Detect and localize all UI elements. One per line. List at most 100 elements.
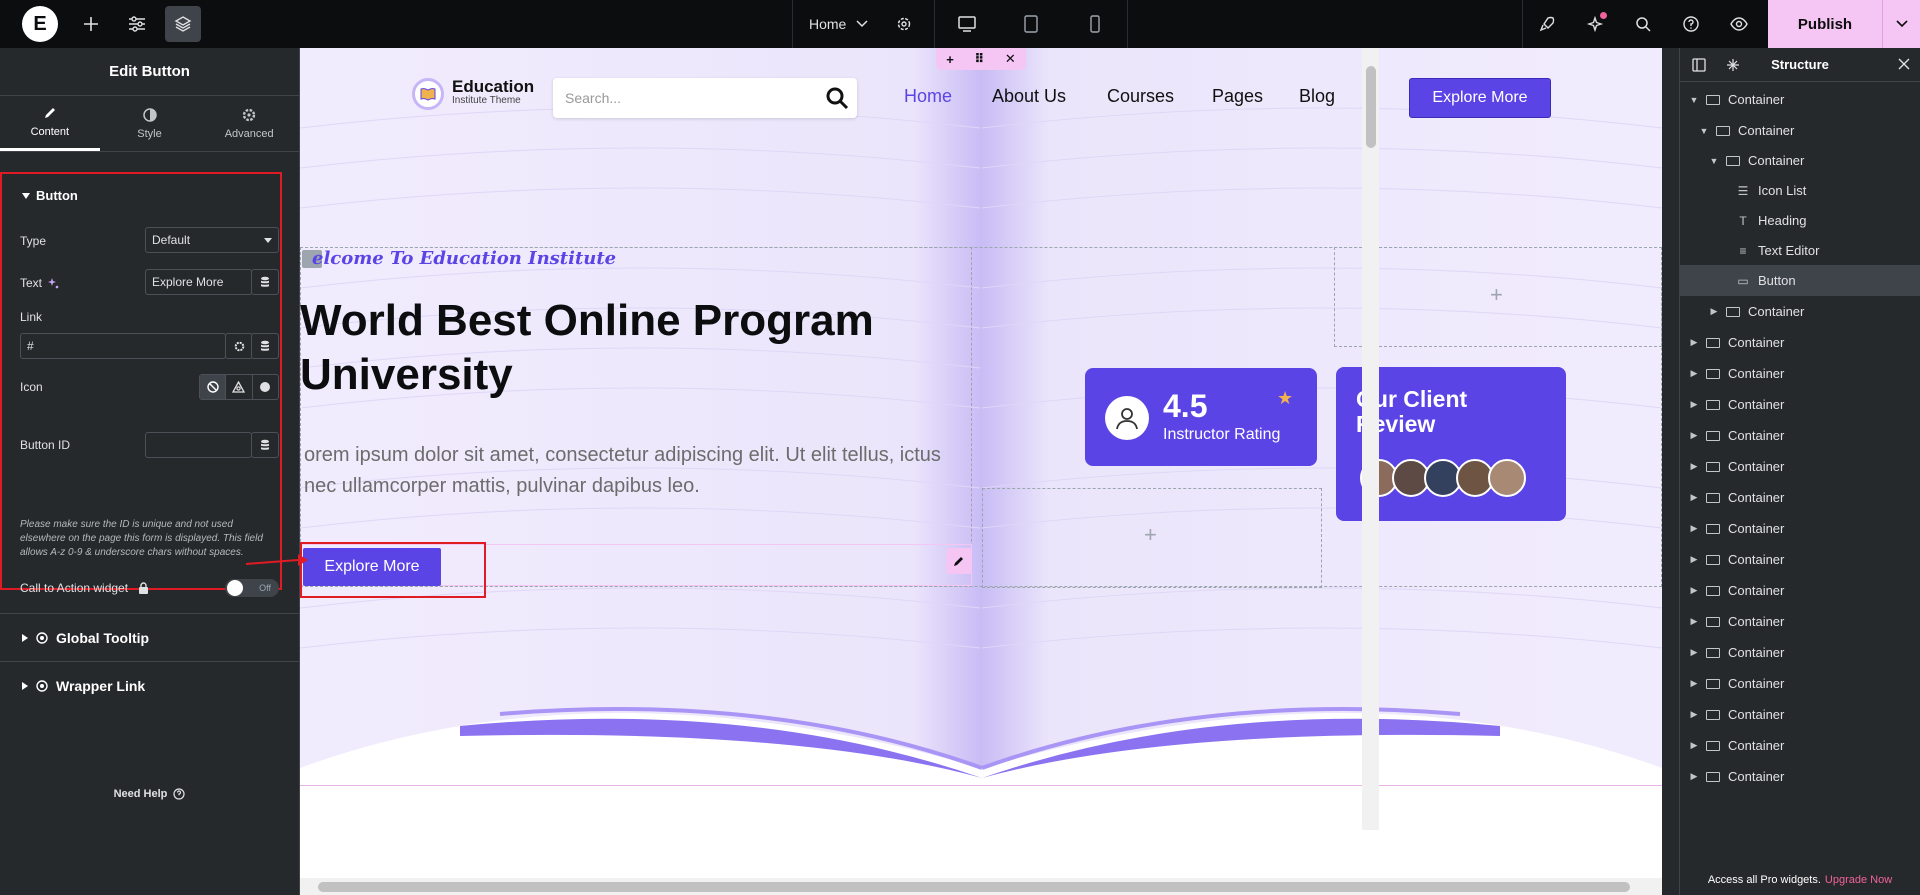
upgrade-link[interactable]: Upgrade Now [1825,874,1892,886]
tablet-icon[interactable] [999,0,1063,48]
caret-right-icon[interactable]: ▶ [1688,771,1700,782]
tree-item-container[interactable]: ▶ Container [1680,420,1920,451]
page-selector[interactable]: Home [792,0,935,48]
button-id-input[interactable] [145,432,252,458]
nav-link-home[interactable]: Home [904,86,952,107]
tree-item-container[interactable]: ▶ Container [1680,296,1920,327]
icon-library-icon[interactable] [225,375,251,399]
site-search-input[interactable]: Search... [553,78,857,118]
nav-link-courses[interactable]: Courses [1107,86,1174,107]
add-element-icon[interactable] [68,0,114,48]
no-icon-icon[interactable] [200,375,226,399]
tree-item-container[interactable]: ▶ Container [1680,730,1920,761]
section-header[interactable]: Button [2,188,78,203]
tab-advanced[interactable]: Advanced [199,96,299,151]
tree-item-container[interactable]: ▶ Container [1680,637,1920,668]
tree-item-text-editor[interactable]: ≡ Text Editor [1680,235,1920,266]
dynamic-tags-icon[interactable] [251,333,279,359]
nav-link-blog[interactable]: Blog [1299,86,1335,107]
scrollbar-thumb[interactable] [1366,66,1376,148]
caret-down-icon[interactable]: ▼ [1698,126,1710,136]
caret-right-icon[interactable]: ▶ [1688,368,1700,379]
upload-svg-icon[interactable] [251,375,278,399]
rocket-icon[interactable] [1523,0,1571,48]
tree-item-container[interactable]: ▼ Container [1680,115,1920,146]
tree-item-container[interactable]: ▶ Container [1680,575,1920,606]
tab-style[interactable]: Style [100,96,200,151]
tree-item-button[interactable]: ▭ Button [1680,265,1920,296]
caret-right-icon[interactable]: ▶ [1688,647,1700,658]
add-widget-icon[interactable]: + [1490,282,1503,308]
vertical-scrollbar[interactable] [1362,48,1379,830]
tree-item-container[interactable]: ▶ Container [1680,358,1920,389]
tree-item-container[interactable]: ▶ Container [1680,544,1920,575]
tree-item-heading[interactable]: T Heading [1680,205,1920,236]
notifications-icon[interactable] [1571,0,1619,48]
delete-container-icon[interactable]: ✕ [1005,51,1016,67]
text-input[interactable]: Explore More [145,269,252,295]
tree-item-icon-list[interactable]: ☰ Icon List [1680,175,1920,206]
caret-right-icon[interactable]: ▶ [1688,430,1700,441]
global-tooltip-section[interactable]: Global Tooltip [0,613,299,661]
caret-right-icon[interactable]: ▶ [1688,337,1700,348]
elementor-logo[interactable]: E [22,6,58,42]
tree-item-container[interactable]: ▶ Container [1680,327,1920,358]
nav-explore-button[interactable]: Explore More [1409,78,1551,118]
search-icon[interactable] [1619,0,1667,48]
tree-item-container[interactable]: ▶ Container [1680,606,1920,637]
dynamic-tags-icon[interactable] [251,269,279,295]
page-settings-icon[interactable] [896,16,912,32]
site-logo[interactable]: Education Institute Theme [412,78,534,110]
caret-right-icon[interactable]: ▶ [1688,740,1700,751]
publish-button[interactable]: Publish [1768,0,1920,48]
tree-item-container[interactable]: ▶ Container [1680,668,1920,699]
close-icon[interactable] [1898,58,1910,70]
wrapper-link-section[interactable]: Wrapper Link [0,661,299,709]
caret-down-icon[interactable]: ▼ [1708,156,1720,166]
structure-layers-icon[interactable] [165,6,201,42]
need-help-link[interactable]: Need Help [0,788,299,800]
desktop-icon[interactable] [935,0,999,48]
tree-item-container[interactable]: ▼ Container [1680,84,1920,115]
help-icon[interactable] [1667,0,1715,48]
navigator-icon[interactable] [1726,58,1740,72]
caret-right-icon[interactable]: ▶ [1688,616,1700,627]
caret-down-icon[interactable]: ▼ [1688,95,1700,105]
edit-widget-pencil-icon[interactable] [946,548,972,574]
publish-options-chevron-icon[interactable] [1882,0,1920,48]
dynamic-tags-icon[interactable] [251,432,279,458]
nav-link-pages[interactable]: Pages [1212,86,1263,107]
tree-item-container[interactable]: ▶ Container [1680,761,1920,792]
add-widget-icon[interactable]: + [1144,522,1157,548]
tree-item-container[interactable]: ▶ Container [1680,699,1920,730]
tree-item-container[interactable]: ▼ Container [1680,145,1920,176]
tree-item-container[interactable]: ▶ Container [1680,389,1920,420]
caret-right-icon[interactable]: ▶ [1688,523,1700,534]
caret-right-icon[interactable]: ▶ [1708,306,1720,317]
add-container-icon[interactable]: + [946,52,954,67]
caret-right-icon[interactable]: ▶ [1688,678,1700,689]
tree-item-container[interactable]: ▶ Container [1680,513,1920,544]
caret-right-icon[interactable]: ▶ [1688,399,1700,410]
caret-right-icon[interactable]: ▶ [1688,492,1700,503]
caret-right-icon[interactable]: ▶ [1688,709,1700,720]
link-input[interactable]: # [20,333,226,359]
nav-link-about-us[interactable]: About Us [992,86,1066,107]
tree-item-container[interactable]: ▶ Container [1680,482,1920,513]
mobile-icon[interactable] [1063,0,1127,48]
tab-content[interactable]: Content [0,96,100,151]
link-options-gear-icon[interactable] [225,333,253,359]
caret-right-icon[interactable]: ▶ [1688,461,1700,472]
caret-right-icon[interactable]: ▶ [1688,585,1700,596]
site-settings-icon[interactable] [114,0,160,48]
drag-handle-icon[interactable]: ⠿ [974,51,984,67]
ai-sparkle-icon[interactable] [48,277,59,289]
preview-eye-icon[interactable] [1715,0,1763,48]
search-icon[interactable] [825,86,849,110]
caret-right-icon[interactable]: ▶ [1688,554,1700,565]
tree-item-container[interactable]: ▶ Container [1680,451,1920,482]
horizontal-scrollbar[interactable] [300,878,1662,895]
cta-toggle[interactable]: Off [225,579,279,597]
scrollbar-thumb[interactable] [318,882,1630,892]
type-select[interactable]: Default [145,227,279,253]
